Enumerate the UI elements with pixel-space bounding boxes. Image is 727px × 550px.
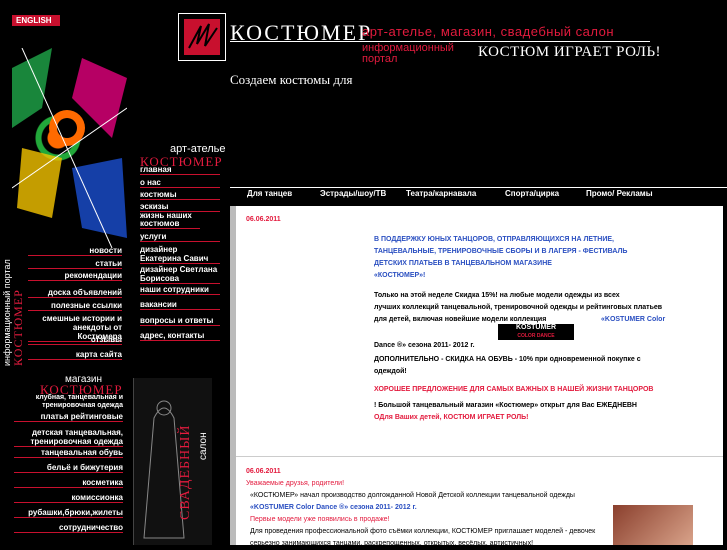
- page-subtitle: Создаем костюмы для: [230, 72, 353, 87]
- menu-item-articles[interactable]: статьи: [28, 259, 122, 269]
- menu-item-about[interactable]: о нас: [140, 178, 220, 188]
- salon-brand: СВАДЕБНЫЙ: [178, 424, 193, 520]
- news-text: ! Большой танцевальный магазин «Костюмер…: [374, 402, 637, 409]
- news-headline: ДЕТСКИХ ПЛАТЬЕВ В ТАНЦЕВАЛЬНОМ МАГАЗИНЕ: [374, 260, 552, 267]
- tab-dance[interactable]: Для танцев: [247, 189, 292, 198]
- news-content: 06.06.2011 В ПОДДЕРЖКУ ЮНЫХ ТАНЦОРОВ, ОТ…: [230, 206, 723, 547]
- menu-item-kids-wear[interactable]: детская танцевальная, тренировочная одеж…: [14, 428, 123, 447]
- tab-theatre[interactable]: Театра/карнавала: [406, 189, 476, 198]
- logo[interactable]: [178, 13, 226, 61]
- menu-item-links[interactable]: полезные ссылки: [28, 301, 122, 311]
- logo-scribble-icon: [184, 19, 220, 55]
- menu-item-shirts[interactable]: рубашки,брюки,жилеты: [14, 508, 123, 518]
- news-text: «KOSTUMER Color Dance ®» сезона 2011- 20…: [250, 504, 417, 511]
- menu-item-rating-dresses[interactable]: платья рейтинговые: [14, 412, 123, 422]
- menu-item-news[interactable]: новости: [28, 246, 122, 256]
- menu-item-vacancies[interactable]: вакансии: [140, 300, 220, 310]
- news-text: ОДля Ваших детей, КОСТЮМ ИГРАЕТ РОЛЬ!: [374, 414, 529, 421]
- menu-item-shoes[interactable]: танцевальная обувь: [14, 448, 123, 458]
- menu-item-staff[interactable]: наши сотрудники: [140, 285, 220, 295]
- menu-item-cosmetics[interactable]: косметика: [14, 478, 123, 488]
- news-date: 06.06.2011: [246, 216, 281, 223]
- news-text: лучших коллекций танцевальной, тренирово…: [374, 304, 663, 311]
- decorative-costume-art: [12, 48, 127, 248]
- shop-heading: клубная, танцевальная и тренировочная од…: [35, 394, 123, 409]
- news-text: одеждой!: [374, 368, 407, 375]
- menu-item-designer-borisova[interactable]: дизайнер Светлана Борисова: [140, 265, 220, 284]
- brand-tagline: арт-ателье, магазин, свадебный салон: [362, 24, 615, 39]
- news-text: серьезно занимающихся танцами, раскрепощ…: [250, 540, 534, 547]
- news-headline: ТАНЦЕВАЛЬНЫЕ, ТРЕНИРОВОЧНЫЕ СБОРЫ И В ЛА…: [374, 248, 628, 255]
- kostumer-color-dance-badge[interactable]: KOSTUMER COLOR DANCE: [498, 324, 574, 340]
- menu-item-services[interactable]: услуги: [140, 232, 220, 242]
- news-text: ДОПОЛНИТЕЛЬНО - СКИДКА НА ОБУВЬ - 10% пр…: [374, 356, 641, 363]
- tab-sport[interactable]: Спорта/цирка: [505, 189, 559, 198]
- wedding-salon-banner[interactable]: [133, 378, 212, 545]
- news-text: Только на этой неделе Скидка 15%! на люб…: [374, 292, 620, 299]
- menu-item-designer-savich[interactable]: дизайнер Екатерина Савич: [140, 245, 220, 264]
- news-divider: [236, 456, 723, 457]
- news-headline: «КОСТЮМЕР»!: [374, 272, 426, 279]
- news-date: 06.06.2011: [246, 468, 281, 475]
- collection-link[interactable]: «KOSTUMER Color: [601, 314, 665, 326]
- tab-stage[interactable]: Эстрады/шоу/ТВ: [320, 189, 386, 198]
- news-headline: В ПОДДЕРЖКУ ЮНЫХ ТАНЦОРОВ, ОТПРАВЛЯЮЩИХС…: [374, 236, 614, 243]
- menu-item-recommendations[interactable]: рекомендации: [28, 271, 122, 281]
- menu-item-faq[interactable]: вопросы и ответы: [140, 316, 220, 326]
- salon-label: салон: [198, 432, 209, 460]
- menu-item-board[interactable]: доска объявлений: [28, 288, 122, 298]
- site-brand: КОСТЮМЕР: [230, 20, 373, 45]
- menu-item-consignment[interactable]: комиссионка: [14, 493, 123, 503]
- badge-title: KOSTUMER: [515, 324, 557, 331]
- news-greeting: Уважаемые друзья, родители!: [246, 480, 345, 487]
- news-highlight: ХОРОШЕЕ ПРЕДЛОЖЕНИЕ ДЛЯ САМЫХ ВАЖНЫХ В Н…: [374, 386, 654, 393]
- menu-item-contacts[interactable]: адрес, контакты: [140, 331, 220, 341]
- menu-item-costumes[interactable]: костюмы: [140, 190, 220, 200]
- category-tabs: Для танцев Эстрады/шоу/ТВ Театра/карнава…: [230, 187, 727, 202]
- news-text: Первые модели уже появились в продаже!: [250, 516, 390, 523]
- tab-promo[interactable]: Промо/ Рекламы: [586, 189, 653, 198]
- news-text: Для проведения профессиональной фото съё…: [250, 528, 596, 535]
- menu-item-home[interactable]: главная: [140, 165, 220, 175]
- menu-item-lingerie[interactable]: бельё и бижутерия: [14, 463, 123, 473]
- menu-item-cooperation[interactable]: сотрудничество: [14, 523, 123, 533]
- menu-item-costume-life[interactable]: жизнь наших костюмов: [140, 212, 200, 229]
- menu-item-reviews[interactable]: отзывы: [28, 335, 122, 345]
- badge-subtitle: COLOR DANCE: [517, 333, 555, 339]
- portal-tagline: информационный портал: [362, 42, 454, 65]
- news-text: Dance ®» сезона 2011- 2012 г.: [374, 342, 475, 349]
- news-photo[interactable]: [613, 505, 693, 545]
- portal-brand: КОСТЮМЕР: [11, 289, 25, 366]
- bride-silhouette-icon: [143, 400, 185, 539]
- english-language-button[interactable]: ENGLISH: [12, 15, 60, 26]
- news-text: «КОСТЮМЕР» начал производство долгожданн…: [250, 492, 575, 499]
- costume-art-illustration: [12, 48, 127, 248]
- menu-item-sitemap[interactable]: карта сайта: [28, 350, 122, 360]
- slogan: КОСТЮМ ИГРАЕТ РОЛЬ!: [478, 44, 662, 60]
